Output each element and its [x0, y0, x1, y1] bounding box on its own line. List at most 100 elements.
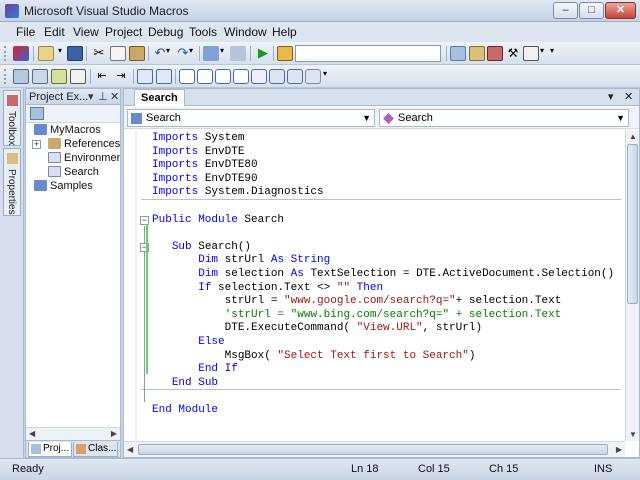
tree-item-references[interactable]: References: [48, 138, 120, 150]
scroll-right-icon[interactable]: ▶: [616, 445, 622, 454]
bookmark-icon[interactable]: [179, 69, 195, 84]
code-token: End Module: [152, 404, 219, 416]
prev-folder-bookmark-icon[interactable]: [233, 69, 249, 84]
nav-forward-icon[interactable]: [230, 46, 246, 61]
chevron-down-icon: ▼: [362, 113, 371, 123]
toolbox-icon[interactable]: [487, 46, 503, 61]
paste-icon[interactable]: [129, 46, 145, 61]
properties-tab[interactable]: Properties: [3, 148, 21, 216]
toolbar-grip[interactable]: [4, 46, 7, 61]
redo-dropdown-icon[interactable]: ▾: [189, 46, 197, 61]
tree-item-samples[interactable]: Samples: [34, 180, 93, 192]
project-explorer-tabs: Proj... Clas...: [26, 440, 120, 457]
undo-dropdown-icon[interactable]: ▾: [166, 46, 174, 61]
scroll-left-icon[interactable]: ◀: [127, 445, 133, 454]
scroll-up-icon[interactable]: ▲: [629, 132, 637, 141]
code-token: selection.Text <>: [218, 281, 337, 294]
minimize-button[interactable]: –: [553, 2, 578, 19]
nav-back-icon[interactable]: [203, 46, 219, 61]
tree-item-label: Search: [64, 166, 99, 178]
menu-edit[interactable]: Edit: [44, 25, 65, 39]
tab-project-explorer[interactable]: Proj...: [28, 442, 72, 457]
run-icon[interactable]: ▶: [255, 46, 271, 61]
menu-view[interactable]: View: [73, 25, 99, 39]
class-dropdown[interactable]: Search ▼: [127, 109, 375, 127]
cut-icon[interactable]: ✂: [91, 46, 107, 61]
solution-explorer-icon[interactable]: [450, 46, 466, 61]
status-column: Col 15: [418, 463, 450, 475]
show-all-files-icon[interactable]: [30, 107, 44, 120]
menu-debug[interactable]: Debug: [148, 25, 183, 39]
status-char: Ch 15: [489, 463, 519, 475]
menu-project[interactable]: Project: [105, 25, 142, 39]
next-bookmark-icon[interactable]: [215, 69, 231, 84]
maximize-button[interactable]: □: [579, 2, 604, 19]
tools-icon[interactable]: ⚒: [505, 46, 521, 61]
scroll-down-icon[interactable]: ▼: [629, 430, 637, 439]
project-icon: [34, 180, 47, 191]
code-line: End Module: [152, 404, 218, 417]
toolbar-overflow-icon[interactable]: ▾: [323, 69, 331, 84]
add-item-dropdown-icon[interactable]: ▾: [58, 46, 66, 61]
toolbar-overflow-icon[interactable]: ▾: [550, 46, 558, 61]
scroll-right-icon[interactable]: ▶: [111, 429, 117, 438]
list-members-icon[interactable]: [13, 69, 29, 84]
tab-search[interactable]: Search: [134, 89, 185, 106]
view-vs-icon[interactable]: [13, 46, 29, 61]
command-dropdown-icon[interactable]: ▾: [540, 46, 548, 61]
menu-tools[interactable]: Tools: [189, 25, 217, 39]
code-token: EnvDTE: [204, 145, 245, 158]
tab-list-icon[interactable]: ▾: [608, 90, 614, 103]
next-document-bookmark-icon[interactable]: [287, 69, 303, 84]
tree-item-search[interactable]: Search: [48, 166, 99, 178]
code-area[interactable]: − − Imports System Imports EnvDTE Imports …: [124, 130, 624, 441]
menu-help[interactable]: Help: [272, 25, 297, 39]
find-combo[interactable]: [295, 45, 441, 62]
properties-icon[interactable]: [469, 46, 485, 61]
dropdown-icon[interactable]: ▾: [88, 90, 94, 103]
param-info-icon[interactable]: [32, 69, 48, 84]
editor-vertical-scrollbar[interactable]: ▲ ▼: [625, 130, 639, 441]
indent-icon[interactable]: ⇥: [113, 69, 129, 84]
next-folder-bookmark-icon[interactable]: [251, 69, 267, 84]
text-editor-toolbar: ⇤ ⇥ ▾: [0, 65, 640, 88]
toolbox-tab[interactable]: Toolbox: [3, 90, 21, 146]
editor-horizontal-scrollbar[interactable]: ◀ ▶: [124, 441, 625, 457]
scroll-thumb[interactable]: [138, 444, 608, 455]
uncomment-icon[interactable]: [156, 69, 172, 84]
tab-class-view[interactable]: Clas...: [73, 442, 118, 457]
clear-bookmarks-icon[interactable]: [305, 69, 321, 84]
project-explorer-scrollbar[interactable]: ◀ ▶: [26, 427, 120, 440]
menu-window[interactable]: Window: [224, 25, 267, 39]
scroll-left-icon[interactable]: ◀: [29, 429, 35, 438]
module-icon: [48, 166, 61, 177]
nav-back-dropdown-icon[interactable]: ▾: [220, 46, 228, 61]
code-token: strUrl: [224, 254, 271, 267]
tree-item-mymacros[interactable]: MyMacros: [34, 124, 101, 136]
close-icon[interactable]: ✕: [110, 90, 119, 103]
code-token: 'strUrl = "www.bing.com/search?q=" + sel…: [224, 308, 562, 321]
quick-info-icon[interactable]: [51, 69, 67, 84]
toolbar-grip[interactable]: [4, 69, 7, 84]
code-token: ): [468, 349, 476, 362]
member-dropdown[interactable]: Search ▼: [379, 109, 629, 127]
comment-icon[interactable]: [137, 69, 153, 84]
command-window-icon[interactable]: [523, 46, 539, 61]
menu-file[interactable]: File: [16, 25, 35, 39]
outdent-icon[interactable]: ⇤: [94, 69, 110, 84]
prev-document-bookmark-icon[interactable]: [269, 69, 285, 84]
close-button[interactable]: ✕: [605, 2, 636, 19]
find-icon[interactable]: [277, 46, 293, 61]
scroll-thumb[interactable]: [627, 144, 638, 304]
code-token: End Sub: [171, 376, 219, 389]
pin-icon[interactable]: ⊥: [98, 90, 108, 103]
copy-icon[interactable]: [110, 46, 126, 61]
save-icon[interactable]: [67, 46, 83, 61]
close-icon[interactable]: ✕: [624, 90, 633, 103]
complete-word-icon[interactable]: [70, 69, 86, 84]
expander[interactable]: +: [32, 140, 41, 149]
tree-item-environmentevents[interactable]: EnvironmentEvents: [48, 152, 120, 164]
prev-bookmark-icon[interactable]: [197, 69, 213, 84]
add-item-icon[interactable]: [38, 46, 54, 61]
